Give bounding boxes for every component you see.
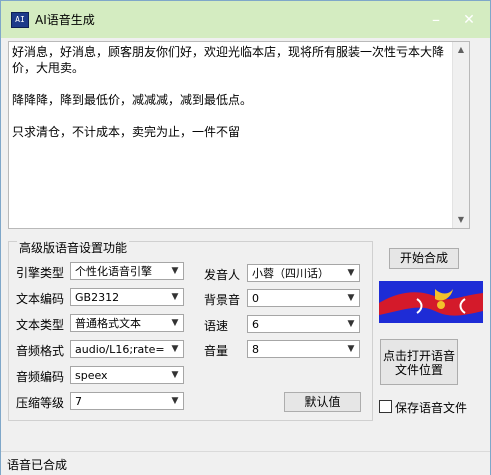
volume-label: 音量 xyxy=(204,344,229,358)
text-type-select[interactable]: 普通格式文本 ▼ xyxy=(70,314,184,332)
bg-sound-select[interactable]: 0 ▼ xyxy=(247,289,360,307)
audio-format-select[interactable]: audio/L16;rate= ▼ xyxy=(70,340,184,358)
save-audio-checkbox-label: 保存语音文件 xyxy=(395,401,468,415)
start-synthesis-button[interactable]: 开始合成 xyxy=(389,248,459,269)
window-title: AI语音生成 xyxy=(35,13,95,27)
engine-label: 引擎类型 xyxy=(16,266,65,280)
compression-select[interactable]: 7 ▼ xyxy=(70,392,184,410)
chevron-down-icon: ▼ xyxy=(347,344,355,354)
bg-sound-label: 背景音 xyxy=(204,293,241,307)
text-content[interactable]: 好消息，好消息，顾客朋友你们好，欢迎光临本店，现将所有服装一次性亏本大降价，大甩… xyxy=(12,44,452,140)
open-location-line2: 文件位置 xyxy=(394,363,443,377)
open-location-line1: 点击打开语音 xyxy=(382,349,455,363)
arrow-up-icon[interactable]: ▲ xyxy=(453,42,469,58)
text-type-label: 文本类型 xyxy=(16,318,65,332)
logo-graphic xyxy=(379,281,483,323)
chevron-down-icon: ▼ xyxy=(347,319,355,329)
save-audio-checkbox[interactable] xyxy=(379,400,392,413)
audio-codec-label: 音频编码 xyxy=(16,370,65,384)
chevron-down-icon: ▼ xyxy=(171,318,179,328)
volume-select[interactable]: 8 ▼ xyxy=(247,340,360,358)
audio-codec-select[interactable]: speex ▼ xyxy=(70,366,184,384)
status-text: 语音已合成 xyxy=(7,458,68,472)
speed-label: 语速 xyxy=(204,319,229,333)
arrow-down-icon[interactable]: ▼ xyxy=(453,212,469,228)
engine-select[interactable]: 个性化语音引擎 ▼ xyxy=(70,262,184,280)
brand-logo xyxy=(379,281,483,323)
main-window: AI AI语音生成 – ✕ 好消息，好消息，顾客朋友你们好，欢迎光临本店，现将所… xyxy=(0,0,491,475)
chevron-down-icon: ▼ xyxy=(171,396,179,406)
speed-select[interactable]: 6 ▼ xyxy=(247,315,360,333)
app-icon: AI xyxy=(11,12,29,28)
chevron-down-icon: ▼ xyxy=(171,370,179,380)
title-bar: AI AI语音生成 – ✕ xyxy=(1,1,490,38)
encoding-label: 文本编码 xyxy=(16,292,65,306)
text-input-area[interactable]: 好消息，好消息，顾客朋友你们好，欢迎光临本店，现将所有服装一次性亏本大降价，大甩… xyxy=(8,41,470,229)
chevron-down-icon: ▼ xyxy=(171,292,179,302)
chevron-down-icon: ▼ xyxy=(347,293,355,303)
speaker-select[interactable]: 小蓉（四川话） ▼ xyxy=(247,264,360,282)
audio-format-label: 音频格式 xyxy=(16,344,65,358)
compression-label: 压缩等级 xyxy=(16,396,65,410)
speaker-label: 发音人 xyxy=(204,268,241,282)
chevron-down-icon: ▼ xyxy=(347,268,355,278)
encoding-select[interactable]: GB2312 ▼ xyxy=(70,288,184,306)
open-file-location-button[interactable]: 点击打开语音 文件位置 xyxy=(380,339,458,385)
minimize-button[interactable]: – xyxy=(426,10,446,30)
status-bar: 语音已合成 xyxy=(1,451,490,475)
chevron-down-icon: ▼ xyxy=(171,266,179,276)
settings-group-title: 高级版语音设置功能 xyxy=(17,239,130,256)
close-button[interactable]: ✕ xyxy=(459,10,479,30)
vertical-scrollbar[interactable]: ▲ ▼ xyxy=(452,42,469,228)
chevron-down-icon: ▼ xyxy=(171,344,179,354)
default-button[interactable]: 默认值 xyxy=(284,392,361,412)
